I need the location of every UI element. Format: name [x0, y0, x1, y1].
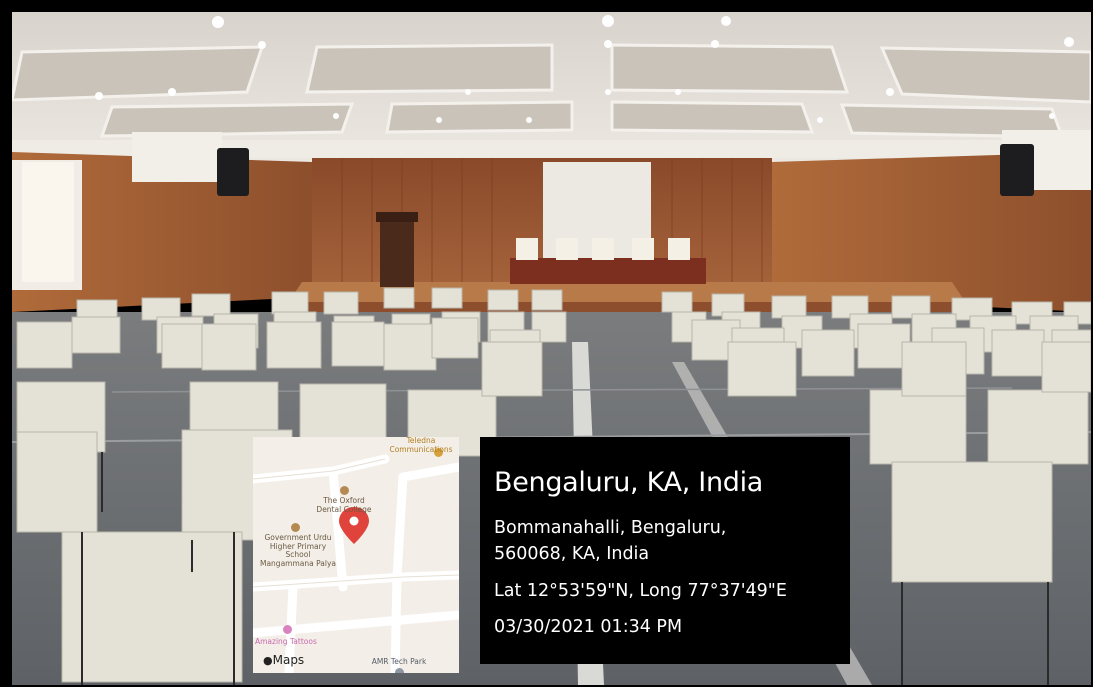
poi-label: AMR Tech Park	[371, 657, 427, 666]
maps-brand: ●Maps	[263, 653, 305, 667]
speaker-left	[217, 148, 249, 196]
timestamp: 03/30/2021 01:34 PM	[494, 617, 683, 637]
head-table	[510, 258, 706, 284]
poi-label: The Oxford Dental College	[316, 496, 372, 514]
poi-pin-icon	[395, 668, 404, 673]
map-thumbnail[interactable]: Teledna Communications The Oxford Dental…	[253, 437, 459, 673]
podium	[380, 217, 414, 287]
poi-label: Amazing Tattoos	[255, 637, 317, 646]
poi-label: Government Urdu Higher Primary School Ma…	[259, 533, 337, 568]
location-city: Bengaluru, KA, India	[494, 467, 764, 498]
location-info-panel: Bengaluru, KA, India Bommanahalli, Benga…	[480, 437, 850, 664]
speaker-right	[1000, 144, 1034, 196]
coordinates: Lat 12°53'59"N, Long 77°37'49"E	[494, 581, 787, 601]
address-line-1: Bommanahalli, Bengaluru,	[494, 518, 727, 538]
poi-pin-icon	[340, 486, 349, 495]
apple-logo-icon: ●	[263, 654, 273, 667]
auditorium-photo: Teledna Communications The Oxford Dental…	[12, 12, 1091, 685]
address-line-2: 560068, KA, India	[494, 544, 650, 564]
photo-frame: Teledna Communications The Oxford Dental…	[0, 0, 1093, 687]
poi-label: Teledna Communications	[389, 437, 453, 454]
poi-pin-icon	[291, 523, 300, 532]
poi-pin-icon	[283, 625, 292, 634]
